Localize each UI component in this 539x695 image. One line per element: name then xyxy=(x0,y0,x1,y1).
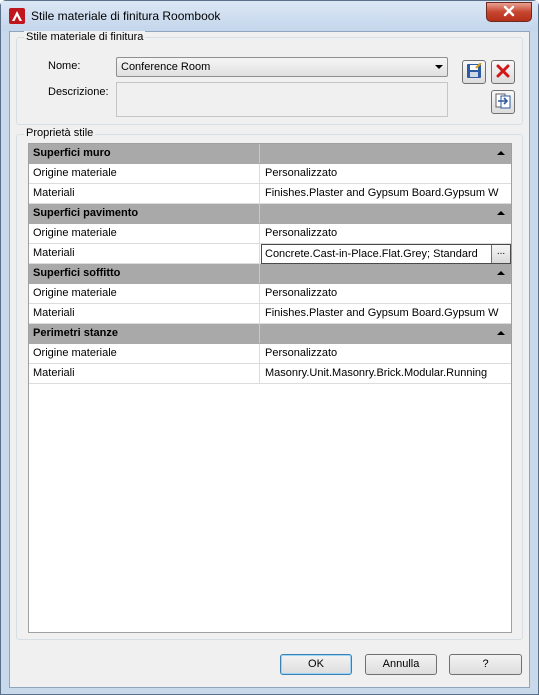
property-value[interactable]: Personalizzato xyxy=(261,284,511,303)
collapse-up-arrow-icon[interactable] xyxy=(497,331,505,335)
collapse-up-arrow-icon[interactable] xyxy=(497,271,505,275)
property-value[interactable]: Finishes.Plaster and Gypsum Board.Gypsum… xyxy=(261,304,511,323)
title-bar[interactable]: Stile materiale di finitura Roombook xyxy=(1,1,538,31)
chevron-down-icon xyxy=(435,65,443,69)
autocad-a-icon xyxy=(9,8,25,24)
delete-red-x-icon xyxy=(496,64,510,81)
property-row[interactable]: Materiali Masonry.Unit.Masonry.Brick.Modu… xyxy=(29,364,511,384)
property-value[interactable]: Personalizzato xyxy=(261,224,511,243)
dialog-window: Stile materiale di finitura Roombook Sti… xyxy=(0,0,539,695)
property-row[interactable]: Materiali Finishes.Plaster and Gypsum Boa… xyxy=(29,304,511,324)
close-button[interactable] xyxy=(486,2,532,22)
property-name: Origine materiale xyxy=(29,164,260,183)
property-name: Materiali xyxy=(29,304,260,323)
category-row[interactable]: Superfici muro xyxy=(29,144,511,164)
delete-style-button[interactable] xyxy=(491,60,515,84)
import-transfer-icon xyxy=(495,93,511,112)
ok-button[interactable]: OK xyxy=(280,654,352,675)
help-button[interactable]: ? xyxy=(449,654,522,675)
category-row[interactable]: Superfici soffitto xyxy=(29,264,511,284)
name-dropdown[interactable]: Conference Room xyxy=(116,57,448,77)
category-label: Superfici muro xyxy=(29,144,260,163)
property-row[interactable]: Origine materiale Personalizzato xyxy=(29,164,511,184)
category-label: Superfici pavimento xyxy=(29,204,260,223)
property-name: Origine materiale xyxy=(29,224,260,243)
category-value xyxy=(261,324,511,343)
property-row[interactable]: Origine materiale Personalizzato xyxy=(29,344,511,364)
property-value[interactable]: Personalizzato xyxy=(261,344,511,363)
category-label: Perimetri stanze xyxy=(29,324,260,343)
name-dropdown-value: Conference Room xyxy=(121,61,211,73)
property-name: Materiali xyxy=(29,364,260,383)
save-style-button[interactable] xyxy=(462,60,486,84)
description-field[interactable] xyxy=(116,82,448,117)
finish-style-group-legend: Stile materiale di finitura xyxy=(24,31,146,43)
category-value xyxy=(261,204,511,223)
description-label: Descrizione: xyxy=(48,86,109,98)
collapse-up-arrow-icon[interactable] xyxy=(497,211,505,215)
name-label: Nome: xyxy=(48,60,81,72)
property-value[interactable]: Personalizzato xyxy=(261,164,511,183)
category-value xyxy=(261,264,511,283)
category-value xyxy=(261,144,511,163)
dialog-client-area: Stile materiale di finitura Nome: Confer… xyxy=(9,31,530,688)
import-style-button[interactable] xyxy=(491,90,515,114)
collapse-up-arrow-icon[interactable] xyxy=(497,151,505,155)
style-properties-group-legend: Proprietà stile xyxy=(24,127,96,139)
property-name: Materiali xyxy=(29,244,260,263)
close-x-icon xyxy=(503,5,515,20)
property-name: Origine materiale xyxy=(29,284,260,303)
property-value[interactable]: Masonry.Unit.Masonry.Brick.Modular.Runni… xyxy=(261,364,511,383)
category-label: Superfici soffitto xyxy=(29,264,260,283)
window-title: Stile materiale di finitura Roombook xyxy=(31,9,221,23)
property-name: Materiali xyxy=(29,184,260,203)
properties-grid[interactable]: Superfici muro Origine materiale Personali… xyxy=(28,143,512,633)
property-name: Origine materiale xyxy=(29,344,260,363)
property-row[interactable]: Origine materiale Personalizzato xyxy=(29,224,511,244)
category-row[interactable]: Perimetri stanze xyxy=(29,324,511,344)
browse-ellipsis-button[interactable]: ... xyxy=(491,245,510,263)
material-edit-field[interactable]: Concrete.Cast-in-Place.Flat.Grey; Standa… xyxy=(261,244,511,264)
property-row[interactable]: Materiali Concrete.Cast-in-Place.Flat.Gre… xyxy=(29,244,511,264)
property-row[interactable]: Materiali Finishes.Plaster and Gypsum Boa… xyxy=(29,184,511,204)
save-floppy-icon xyxy=(466,61,482,82)
cancel-button[interactable]: Annulla xyxy=(365,654,437,675)
property-value: Concrete.Cast-in-Place.Flat.Grey; Standa… xyxy=(265,248,478,260)
category-row[interactable]: Superfici pavimento xyxy=(29,204,511,224)
property-value[interactable]: Finishes.Plaster and Gypsum Board.Gypsum… xyxy=(261,184,511,203)
property-row[interactable]: Origine materiale Personalizzato xyxy=(29,284,511,304)
